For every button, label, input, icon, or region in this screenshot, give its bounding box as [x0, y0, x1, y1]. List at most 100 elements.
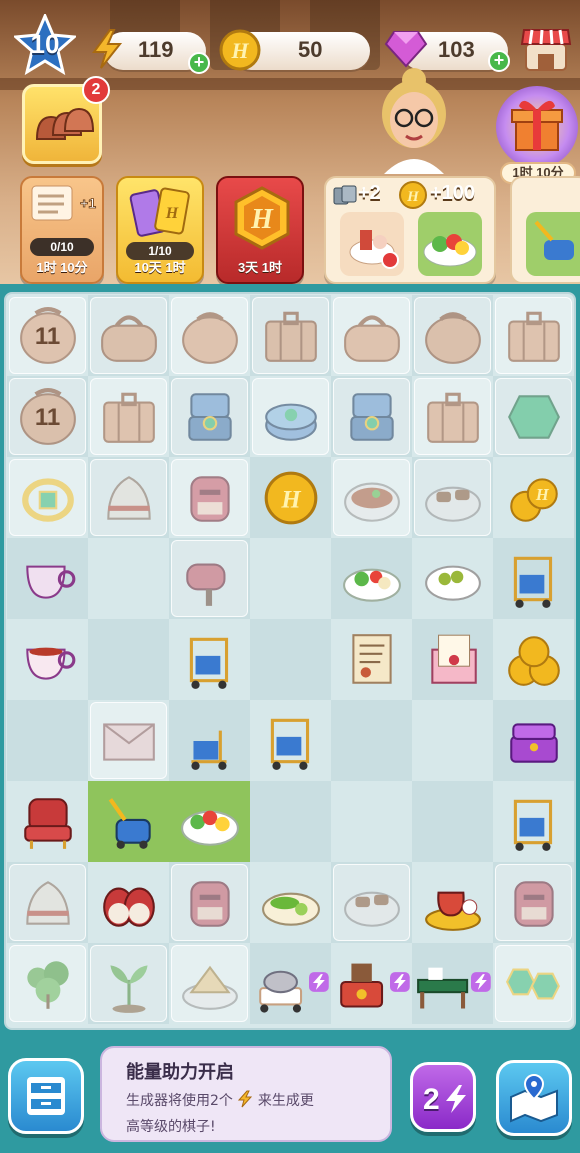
sandwich-icon: [181, 965, 238, 1010]
gift-box-icon: [511, 100, 563, 151]
board-cell-sprout[interactable]: [88, 943, 169, 1024]
board-cell-ring-box-open[interactable]: [331, 376, 412, 457]
pink-gem-icon: [384, 31, 428, 68]
board-cell-empty[interactable]: [250, 538, 331, 619]
board-cell-luggage-cart[interactable]: [250, 700, 331, 781]
add-gem-button[interactable]: +: [488, 50, 510, 72]
luggage-cart-icon: [270, 718, 309, 770]
board-cell-suitcase[interactable]: [412, 376, 493, 457]
add-energy-button[interactable]: +: [188, 52, 210, 74]
board-cell-salad-plate[interactable]: [331, 538, 412, 619]
duffel-bag-icon: [100, 314, 157, 362]
board-cell-letter[interactable]: [331, 619, 412, 700]
board-cell-sandwich[interactable]: [169, 943, 250, 1024]
jewelry-box-icon: [509, 722, 558, 763]
lightning-bolt-icon: [446, 1085, 466, 1113]
gift-reward-button[interactable]: [496, 86, 578, 168]
board-cell-olive-bowl[interactable]: [412, 538, 493, 619]
board-cell-bathrobe[interactable]: [88, 457, 169, 538]
board-cell-luggage-cart[interactable]: [169, 619, 250, 700]
board-cell-emerald-ring[interactable]: [7, 457, 88, 538]
vacuum-icon: [108, 797, 151, 849]
board-cell-room-service-cart[interactable]: [250, 943, 331, 1024]
board-cell-empty[interactable]: [7, 700, 88, 781]
suitcase-icon: [507, 311, 560, 362]
map-button[interactable]: [496, 1060, 572, 1136]
board-cell-slippers[interactable]: [88, 862, 169, 943]
order-card[interactable]: +2 H +100: [324, 176, 496, 284]
board-cell-tea-cup-full[interactable]: [7, 619, 88, 700]
board-cell-coin-pile[interactable]: [493, 619, 574, 700]
board-cell-empty[interactable]: [412, 781, 493, 862]
board-cell-stew-bowl[interactable]: [331, 457, 412, 538]
board-cell-envelope[interactable]: [88, 700, 169, 781]
notification-badge: 2: [82, 76, 110, 104]
board-cell-postbox[interactable]: [169, 862, 250, 943]
board-cell-coin-stack[interactable]: H: [493, 457, 574, 538]
board-cell-tapas-plate[interactable]: [412, 457, 493, 538]
board-cell-bathrobe[interactable]: [7, 862, 88, 943]
bathrobe-icon: [106, 475, 151, 520]
board-cell-duffel-bag[interactable]: [331, 295, 412, 376]
board-cell-suitcase[interactable]: [250, 295, 331, 376]
board-cell-postbox[interactable]: [169, 457, 250, 538]
board-cell-empty[interactable]: [250, 619, 331, 700]
board-cell-vacuum[interactable]: [88, 781, 169, 862]
svg-text:H: H: [230, 38, 249, 63]
board-cell-ring-box-open[interactable]: [169, 376, 250, 457]
tip-title: 能量助力开启: [126, 1062, 234, 1083]
board-cell-mailbox[interactable]: [169, 538, 250, 619]
board-cell-bag-round-11[interactable]: 11: [7, 295, 88, 376]
gold-h-coin-icon: H: [219, 29, 261, 71]
board-cell-salad-bowl[interactable]: [169, 781, 250, 862]
board-cell-luggage-cart[interactable]: [493, 538, 574, 619]
character-avatar[interactable]: [366, 66, 462, 174]
board-cell-round-bag[interactable]: [169, 295, 250, 376]
suitcase-icon: [102, 392, 155, 443]
board-cell-empty[interactable]: [412, 700, 493, 781]
board-cell-armchair[interactable]: [7, 781, 88, 862]
board-cell-empty[interactable]: [331, 700, 412, 781]
order-card-partial[interactable]: [510, 176, 580, 284]
event-card-tickets[interactable]: H 1/10 10天 1时: [116, 176, 204, 284]
board-cell-emerald[interactable]: [493, 376, 574, 457]
board-cell-empty[interactable]: [88, 619, 169, 700]
board-cell-empty[interactable]: [88, 538, 169, 619]
board-cell-empty[interactable]: [250, 781, 331, 862]
board-cell-round-bag[interactable]: [412, 295, 493, 376]
board-cell-luggage-cart-small[interactable]: [169, 700, 250, 781]
emerald-ring-icon: [21, 477, 74, 522]
inventory-button[interactable]: [8, 1058, 84, 1134]
board-cell-cucumber-plate[interactable]: [250, 862, 331, 943]
luggage-cart-icon: [189, 637, 228, 689]
board-cell-h-coin[interactable]: H: [250, 457, 331, 538]
board-cell-ring-box-closed[interactable]: [250, 376, 331, 457]
svg-text:H: H: [250, 204, 274, 235]
board-cell-writing-desk[interactable]: [412, 943, 493, 1024]
board-cell-teacup[interactable]: [7, 538, 88, 619]
board-cell-bag-round-11[interactable]: 11: [7, 376, 88, 457]
event-card-collection[interactable]: +1 0/10 1时 10分: [20, 176, 104, 284]
board-cell-jewelry-box[interactable]: [493, 700, 574, 781]
energy-boost-toggle[interactable]: 2: [410, 1062, 476, 1132]
round-bag-icon: [181, 311, 238, 364]
board-cell-room-service-desk[interactable]: [331, 943, 412, 1024]
board-cell-tapas-plate[interactable]: [331, 862, 412, 943]
shop-button[interactable]: [520, 22, 572, 74]
board-cell-tea-set[interactable]: [412, 862, 493, 943]
board-cell-love-letter[interactable]: [412, 619, 493, 700]
board-cell-suitcase[interactable]: [493, 295, 574, 376]
board-cell-suitcase[interactable]: [88, 376, 169, 457]
svg-text:H: H: [534, 485, 549, 504]
board-cell-plant[interactable]: [7, 943, 88, 1024]
event-card-h-medal[interactable]: H 3天 1时: [216, 176, 304, 284]
board-cell-empty[interactable]: [331, 781, 412, 862]
board-cell-emerald-pair[interactable]: [493, 943, 574, 1024]
player-level-badge[interactable]: 10: [12, 12, 78, 76]
board-cell-luggage-cart[interactable]: [493, 781, 574, 862]
board-cell-postbox[interactable]: [493, 862, 574, 943]
plant-icon: [26, 960, 69, 1009]
tea-cup-full-icon: [25, 647, 75, 680]
emerald-icon: [507, 394, 560, 439]
board-cell-duffel-bag[interactable]: [88, 295, 169, 376]
